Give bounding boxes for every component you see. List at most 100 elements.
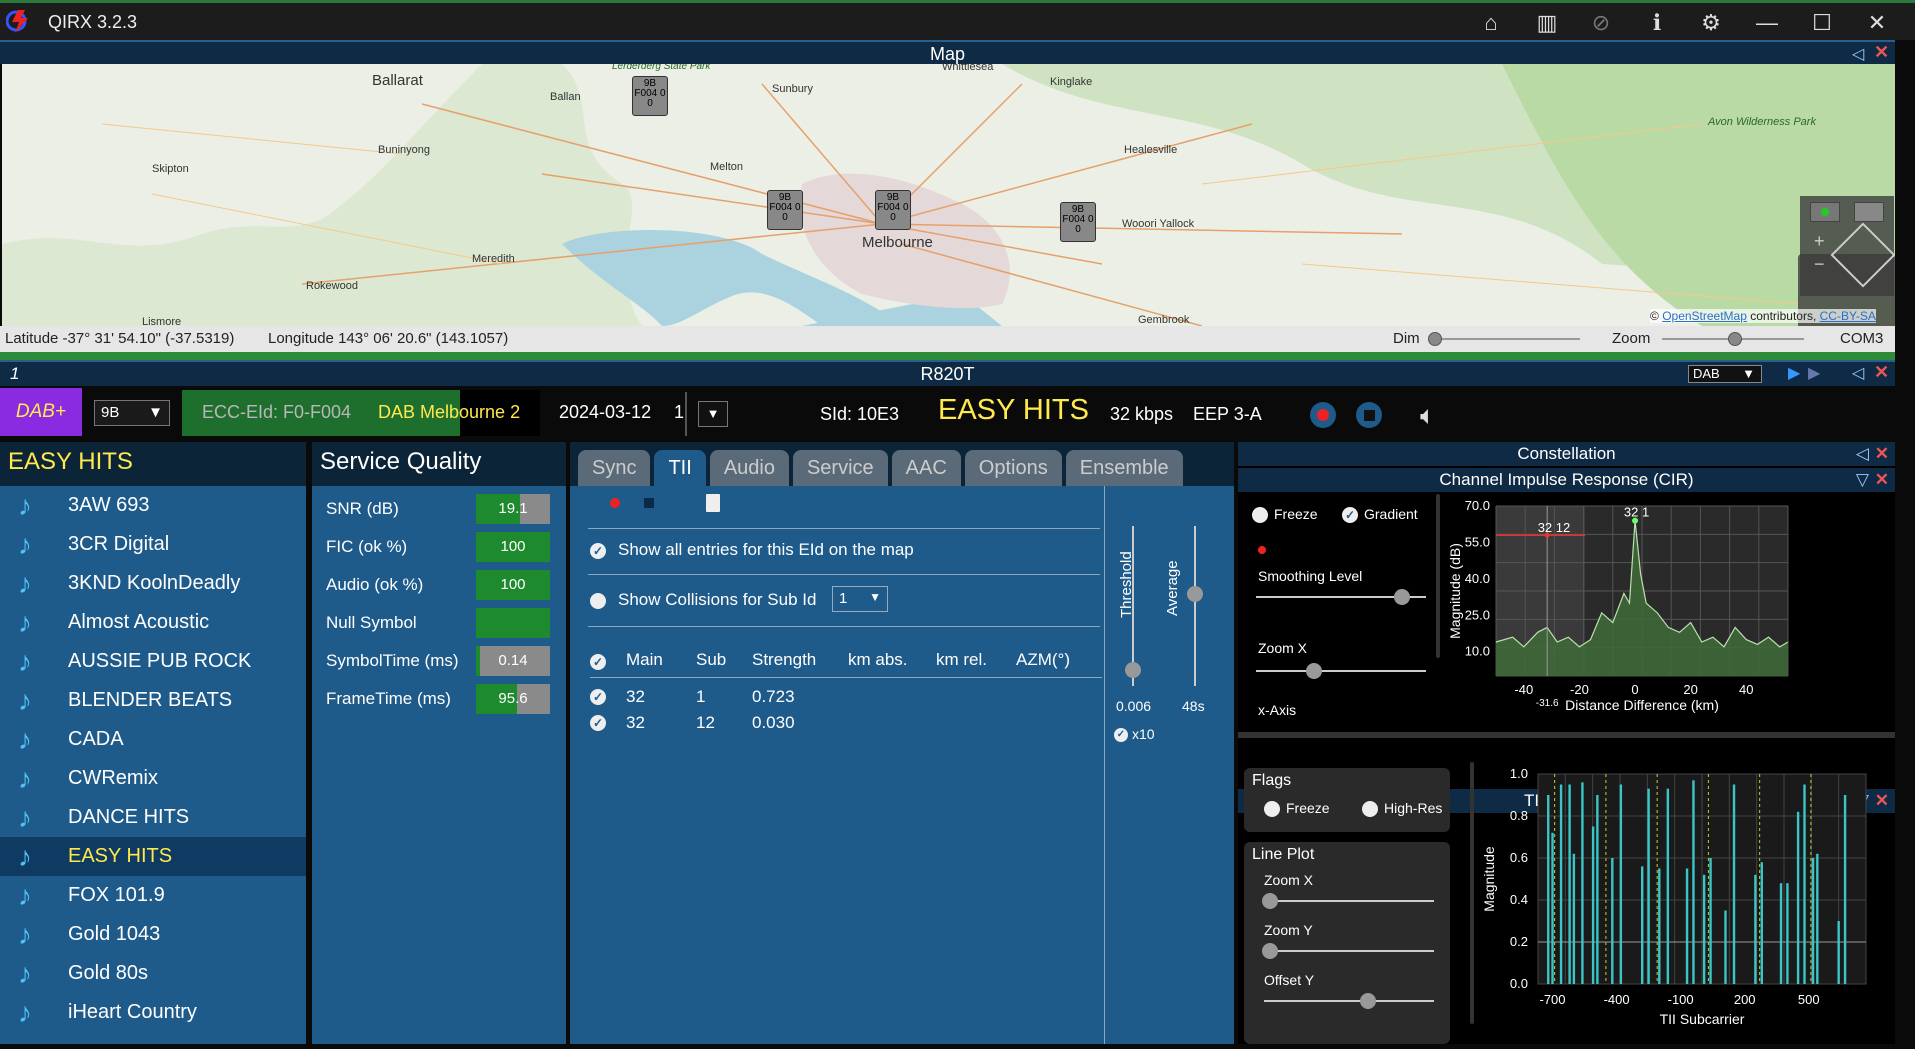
service-item[interactable]: ♪ 3KND KoolnDeadly (0, 564, 306, 603)
service-item[interactable]: ♪ EASY HITS (0, 837, 306, 876)
cir-y-tick: 40.0 (1465, 571, 1490, 586)
row-checked-icon[interactable]: ✓ (590, 715, 606, 731)
date-suffix: 1 (674, 402, 685, 422)
smoothing-slider[interactable] (1256, 589, 1426, 605)
unchecked-icon[interactable] (1362, 801, 1378, 818)
collapse-icon[interactable]: ◁ (1856, 442, 1869, 466)
tii-row[interactable]: ✓ 32 12 0.030 (590, 710, 1102, 736)
zoom-out-icon[interactable]: − (1814, 254, 1825, 275)
tii-map-marker[interactable]: 9B F004 0 0 (875, 190, 911, 230)
play-icon[interactable]: ▶ (1788, 363, 1800, 383)
minimize-button[interactable]: — (1750, 9, 1784, 37)
tii-row[interactable]: ✓ 32 1 0.723 (590, 684, 1102, 710)
tab-options[interactable]: Options (964, 450, 1062, 486)
pan-control-icon[interactable] (1830, 222, 1895, 288)
col-sub: Sub (696, 650, 727, 669)
dim-slider[interactable] (1428, 332, 1580, 346)
zoom-slider[interactable] (1662, 332, 1804, 346)
document-icon[interactable] (706, 494, 720, 512)
show-all-option[interactable]: ✓ Show all entries for this EId on the ma… (590, 540, 914, 560)
row-checked-icon[interactable]: ✓ (590, 689, 606, 705)
offsety-slider[interactable] (1264, 993, 1434, 1009)
map-layer-button[interactable] (1854, 202, 1884, 222)
collapse-icon[interactable]: ◁ (1852, 363, 1864, 383)
gear-icon[interactable]: ⚙ (1694, 9, 1728, 37)
map-nav-control[interactable]: + − (1800, 196, 1895, 296)
service-item[interactable]: ♪ AUSSIE PUB ROCK (0, 642, 306, 681)
checked-icon[interactable]: ✓ (1342, 507, 1358, 524)
carriers-scrollbar[interactable] (1470, 762, 1474, 1024)
service-item[interactable]: ♪ CWRemix (0, 759, 306, 798)
panel-splitter[interactable] (1238, 732, 1895, 738)
quality-bar: 100 (476, 570, 550, 600)
map-icon[interactable]: ▥ (1530, 9, 1564, 37)
record-dot-icon[interactable] (610, 498, 620, 508)
cir-freeze-option[interactable]: Freeze (1252, 506, 1318, 524)
tab-tii[interactable]: TII (654, 450, 706, 486)
tab-service[interactable]: Service (792, 450, 888, 486)
close-icon[interactable]: ✕ (1875, 468, 1889, 492)
channel-select[interactable]: 9B ▼ (94, 400, 170, 426)
map-view[interactable]: Ballarat Ballan Sunbury Whittlesea Kingl… (2, 64, 1895, 326)
highres-option[interactable]: High-Res (1362, 800, 1442, 818)
cir-scrollbar[interactable] (1436, 494, 1440, 658)
unchecked-icon[interactable] (1264, 801, 1280, 818)
average-slider[interactable] (1187, 526, 1203, 686)
tii-map-marker[interactable]: 9B F004 0 0 (1060, 202, 1096, 242)
close-map-icon[interactable]: ✕ (1874, 42, 1889, 63)
mode-select[interactable]: DAB ▼ (1688, 365, 1762, 383)
satellite-icon[interactable]: ⊘ (1584, 9, 1618, 37)
service-item[interactable]: ♪ BLENDER BEATS (0, 681, 306, 720)
collapse-map-icon[interactable]: ◁ (1852, 44, 1864, 64)
stop-square-icon[interactable] (644, 498, 654, 508)
tab-sync[interactable]: Sync (578, 450, 651, 486)
service-item[interactable]: ♪ Almost Acoustic (0, 603, 306, 642)
checked-icon[interactable]: ✓ (590, 542, 606, 559)
tab-audio[interactable]: Audio (709, 450, 789, 486)
attribution-link[interactable]: OpenStreetMap (1662, 309, 1747, 323)
checked-icon[interactable]: ✓ (1114, 728, 1128, 743)
play-next-icon[interactable]: ▶ (1808, 363, 1820, 383)
info-icon[interactable]: ℹ (1640, 9, 1674, 37)
speaker-icon[interactable]: 🔈︎ (1420, 400, 1436, 432)
zoom-label: Zoom (1612, 330, 1651, 347)
tab-aac[interactable]: AAC (891, 450, 961, 486)
service-item[interactable]: ♪ FOX 101.9 (0, 876, 306, 915)
map-layer-button[interactable] (1810, 202, 1840, 222)
collapse-icon[interactable]: ▽ (1856, 468, 1869, 492)
zoom-in-icon[interactable]: + (1814, 231, 1825, 252)
threshold-slider[interactable] (1125, 526, 1141, 686)
sub-id-select[interactable]: 1 ▼ (832, 586, 888, 612)
cir-zoomx-slider[interactable] (1256, 663, 1426, 679)
record-button[interactable] (1310, 402, 1336, 428)
home-icon[interactable]: ⌂ (1474, 9, 1508, 37)
service-item[interactable]: ♪ 3AW 693 (0, 486, 306, 525)
unchecked-icon[interactable] (1252, 507, 1268, 524)
tii-map-marker[interactable]: 9B F004 0 0 (632, 76, 668, 116)
show-collisions-option[interactable]: Show Collisions for Sub Id (590, 590, 816, 610)
close-icon[interactable]: ✕ (1875, 442, 1889, 466)
service-item[interactable]: ♪ 3CR Digital (0, 525, 306, 564)
tii-map-marker[interactable]: 9B F004 0 0 (767, 190, 803, 230)
gradient-option[interactable]: ✓ Gradient (1342, 506, 1418, 524)
close-icon[interactable]: ✕ (1874, 362, 1889, 383)
chevron-down-icon[interactable]: ▼ (698, 401, 728, 427)
x10-option[interactable]: ✓ x10 (1114, 726, 1155, 743)
chevron-down-icon: ▼ (869, 590, 881, 604)
maximize-button[interactable]: ☐ (1805, 9, 1839, 37)
stop-button[interactable] (1356, 402, 1382, 428)
carriers-zoomx-slider[interactable] (1262, 893, 1434, 909)
select-all-icon[interactable]: ✓ (590, 654, 606, 670)
tab-ensemble[interactable]: Ensemble (1065, 450, 1183, 486)
service-item[interactable]: ♪ Gold 80s (0, 954, 306, 993)
service-item[interactable]: ♪ CADA (0, 720, 306, 759)
attribution-license-link[interactable]: CC-BY-SA (1820, 309, 1876, 323)
service-item[interactable]: ♪ Gold 1043 (0, 915, 306, 954)
carriers-freeze-option[interactable]: Freeze (1264, 800, 1330, 818)
carriers-zoomy-slider[interactable] (1262, 943, 1434, 959)
service-item[interactable]: ♪ DANCE HITS (0, 798, 306, 837)
service-item[interactable]: ♪ iHeart Country (0, 993, 306, 1032)
unchecked-icon[interactable] (590, 592, 606, 609)
close-button[interactable]: ✕ (1860, 9, 1894, 37)
map-place: Wooori Yallock (1122, 218, 1195, 230)
